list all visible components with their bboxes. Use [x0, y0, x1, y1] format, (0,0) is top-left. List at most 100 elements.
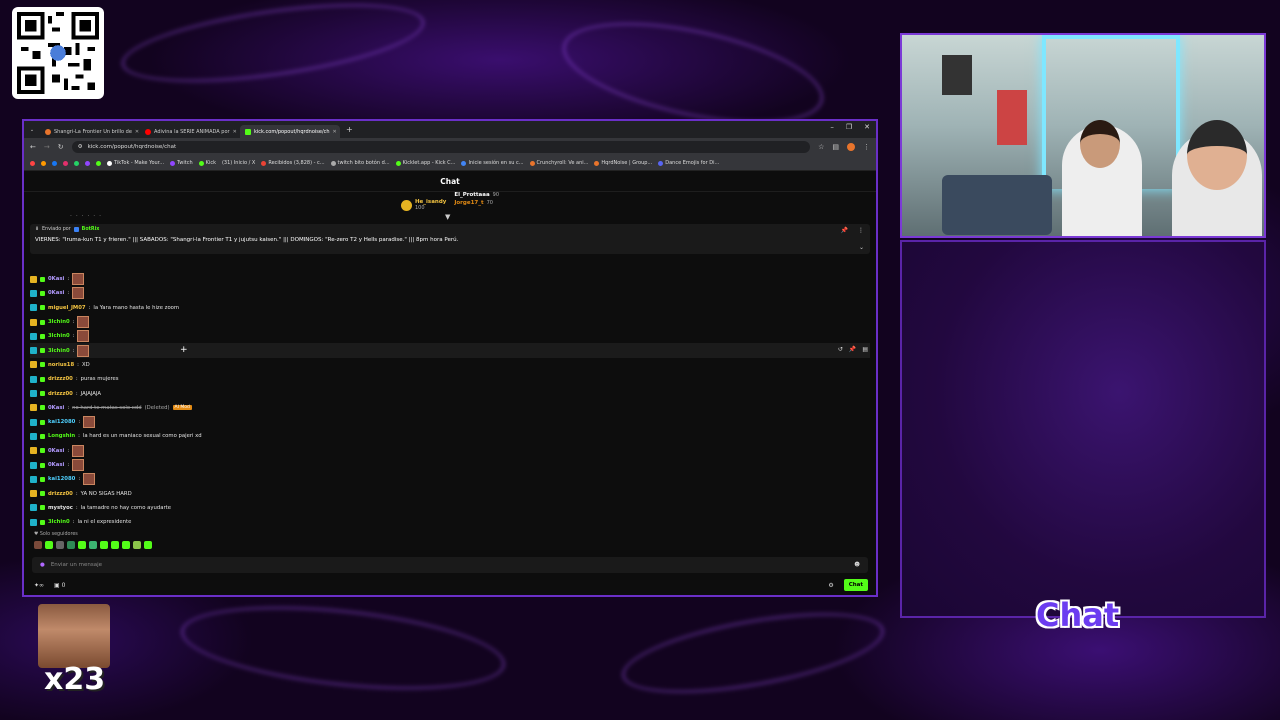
new-tab-icon[interactable]: + — [346, 125, 353, 134]
emote-icon[interactable] — [56, 541, 64, 549]
chat-username[interactable]: 0Kasi — [48, 462, 64, 468]
reply-icon[interactable]: ↺ — [838, 346, 843, 353]
bookmark-twitch-bits[interactable]: twitch bito botón d... — [330, 160, 390, 166]
bookmark-kick[interactable]: Kick — [198, 160, 216, 166]
maximize-icon[interactable]: ❐ — [846, 123, 852, 131]
tab-shangri-la[interactable]: Shangri-La Frontier Un brillo de ✕ — [40, 125, 140, 138]
chat-emote[interactable] — [72, 459, 85, 471]
emoji-picker-icon[interactable]: ☻ — [854, 562, 860, 568]
chat-message[interactable]: mystyoc: la tamadre no hay como ayudarte — [30, 501, 870, 515]
chat-username[interactable]: drizzz00 — [48, 376, 73, 382]
chat-message[interactable]: 3lchin0: — [30, 315, 870, 329]
tab-adivina[interactable]: Adivina la SERIE ANIMADA por ✕ — [140, 125, 240, 138]
bookmark-icon[interactable] — [52, 160, 57, 166]
chat-username[interactable]: kai12080 — [48, 419, 75, 425]
chat-username[interactable]: Longshin — [48, 433, 75, 439]
chat-message[interactable]: 0Kasi: — [30, 444, 870, 458]
chat-message[interactable]: drizzz00: YA NO SIGAS HARD — [30, 486, 870, 500]
chat-message[interactable]: 0Kasi: — [30, 272, 870, 286]
send-chat-button[interactable]: Chat — [843, 579, 868, 591]
bookmark-gmail[interactable]: Recibidos (3,828) - c... — [261, 160, 325, 166]
chat-emote[interactable] — [72, 273, 85, 286]
bookmark-hqrdnoise[interactable]: HqrdNoise | Group... — [594, 160, 652, 166]
bookmark-icon[interactable] — [41, 160, 46, 166]
tab-search-icon[interactable]: ⌄ — [24, 127, 40, 133]
chat-username[interactable]: norius18 — [48, 362, 74, 368]
chat-username[interactable]: 3lchin0 — [48, 319, 70, 325]
emote-icon[interactable] — [45, 541, 53, 549]
chat-username[interactable]: 0Kasi — [48, 276, 64, 282]
bookmark-login[interactable]: Inicie sesión en su c... — [461, 160, 524, 166]
expand-chevron-icon[interactable]: ⌄ — [859, 244, 864, 251]
bookmark-twitch[interactable]: Twitch — [170, 160, 193, 166]
bookmark-icon[interactable] — [30, 160, 35, 166]
chat-message[interactable]: drizzz00: puras mujeres — [30, 372, 870, 386]
gifter-2[interactable]: El_Prottaaa 90 — [454, 192, 499, 198]
tab-kick-chat[interactable]: kick.com/popout/hqrdnoise/ch ✕ — [240, 125, 340, 138]
chat-message[interactable]: drizzz00: JAJAJAJA — [30, 386, 870, 400]
mic-icon[interactable]: ● — [40, 562, 45, 568]
bookmark-crunchyroll[interactable]: Crunchyroll: Ve ani... — [529, 160, 588, 166]
chat-message[interactable]: 3lchin0: la ni el expresidente — [30, 515, 870, 527]
chat-username[interactable]: 3lchin0 — [48, 348, 70, 354]
chat-username[interactable]: 0Kasi — [48, 405, 64, 411]
chat-username[interactable]: drizzz00 — [48, 391, 73, 397]
close-tab-icon[interactable]: ✕ — [233, 129, 237, 135]
chat-emote[interactable] — [77, 316, 90, 329]
chat-username[interactable]: 3lchin0 — [48, 519, 70, 525]
chat-emote[interactable] — [77, 344, 90, 357]
bookmark-dance-emojis[interactable]: Dance Emojis for Di... — [658, 160, 719, 166]
minimize-icon[interactable]: – — [830, 123, 834, 131]
chat-username[interactable]: drizzz00 — [48, 491, 73, 497]
chat-message[interactable]: 3lchin0: ↺ 📌 ▤ + — [30, 343, 870, 358]
chat-message[interactable]: 0Kasi: no hard te matas solo xdd (Deleted)… — [30, 401, 870, 415]
extensions-icon[interactable]: ▤ — [832, 143, 839, 151]
chat-message[interactable]: 0Kasi: — [30, 286, 870, 300]
bookmark-x[interactable]: (31) Inicio / X — [222, 160, 255, 166]
chat-emote[interactable] — [83, 416, 96, 429]
chat-emote[interactable] — [83, 473, 96, 486]
chat-message[interactable]: miguel_JM07: la Yara mano hasta le hize z… — [30, 301, 870, 315]
chat-message[interactable]: kai12080: — [30, 472, 870, 486]
chat-username[interactable]: 0Kasi — [48, 448, 64, 454]
emote-icon[interactable] — [144, 541, 152, 549]
chat-message[interactable]: 3lchin0: — [30, 329, 870, 343]
emote-icon[interactable] — [34, 541, 42, 549]
forward-icon[interactable]: → — [44, 143, 50, 151]
chat-username[interactable]: mystyoc — [48, 505, 73, 511]
gift-count[interactable]: ▣ 0 — [54, 582, 65, 589]
pinned-menu-icon[interactable]: ⋮ — [858, 227, 864, 234]
emote-icon[interactable] — [89, 541, 97, 549]
menu-icon[interactable]: ⋮ — [863, 143, 870, 151]
back-icon[interactable]: ← — [30, 143, 36, 151]
close-tab-icon[interactable]: ✕ — [333, 129, 337, 135]
emote-icon[interactable] — [100, 541, 108, 549]
close-window-icon[interactable]: ✕ — [864, 123, 870, 131]
bookmark-icon[interactable] — [74, 160, 79, 166]
pin-message-icon[interactable]: 📌 — [849, 346, 856, 353]
emote-icon[interactable] — [133, 541, 141, 549]
chat-emote[interactable] — [72, 444, 85, 457]
bookmark-icon[interactable] — [96, 160, 101, 166]
url-field[interactable]: ⚙ kick.com/popout/hqrdnoise/chat — [71, 141, 811, 153]
chat-username[interactable]: 3lchin0 — [48, 333, 70, 339]
points-icon[interactable]: ✦∞ — [34, 582, 44, 589]
chat-message[interactable]: Longshin: la hard es un maniaco sexual co… — [30, 429, 870, 443]
chat-username[interactable]: kai12080 — [48, 476, 75, 482]
star-icon[interactable]: ☆ — [818, 143, 824, 151]
message-input[interactable]: ● Enviar un mensaje ☻ — [32, 557, 868, 573]
chat-username[interactable]: miguel_JM07 — [48, 305, 86, 311]
bookmark-tiktok[interactable]: TikTok - Make Your... — [107, 160, 164, 166]
more-icon[interactable]: ▤ — [862, 346, 868, 353]
chat-message[interactable]: 0Kasi: — [30, 458, 870, 472]
settings-gear-icon[interactable]: ⚙ — [828, 582, 833, 589]
emote-icon[interactable] — [78, 541, 86, 549]
unpin-icon[interactable]: 📌 — [841, 227, 848, 234]
bookmark-icon[interactable] — [63, 160, 68, 166]
chat-message[interactable]: kai12080: — [30, 415, 870, 429]
bookmark-icon[interactable] — [85, 160, 90, 166]
emote-icon[interactable] — [122, 541, 130, 549]
emote-icon[interactable] — [67, 541, 75, 549]
close-tab-icon[interactable]: ✕ — [135, 129, 139, 135]
reload-icon[interactable]: ↻ — [58, 143, 64, 151]
